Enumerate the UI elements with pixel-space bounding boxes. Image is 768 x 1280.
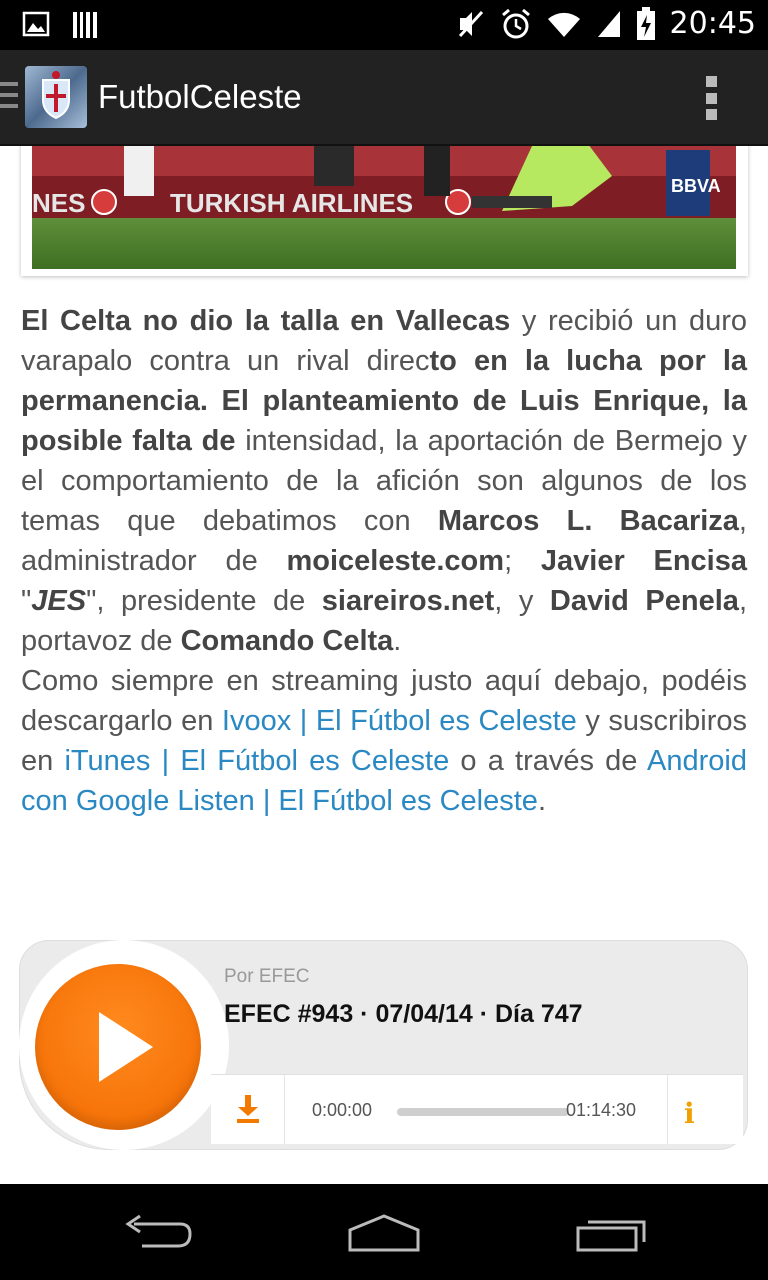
download-button[interactable]: [211, 1075, 285, 1145]
player-controls: 0:00:00 01:14:30 i: [211, 1074, 743, 1145]
article-text: o a través de: [449, 745, 648, 777]
article-bold-text: Javier Encisa: [540, 545, 747, 577]
svg-text:TURKISH AIRLINES: TURKISH AIRLINES: [170, 188, 413, 218]
battery-charging-icon: [636, 6, 655, 40]
article-text: ", presidente de: [86, 585, 322, 617]
total-duration: 01:14:30: [566, 1100, 637, 1120]
content-area[interactable]: NES TURKISH AIRLINES BBVA El Celta no di…: [0, 146, 768, 1184]
article-bold-text: JES: [31, 585, 87, 617]
app-logo[interactable]: [25, 66, 87, 128]
article-text: ": [21, 585, 32, 617]
episode-title: EFEC #943 · 07/04/14 · Día 747: [224, 1000, 583, 1028]
article-bold-text: Comando Celta: [180, 625, 394, 657]
recent-apps-button[interactable]: [572, 1212, 652, 1256]
drawer-indicator-icon[interactable]: [0, 82, 18, 114]
info-button[interactable]: i: [667, 1075, 743, 1145]
info-icon: i: [684, 1097, 695, 1130]
article-photo: NES TURKISH AIRLINES BBVA: [32, 146, 736, 269]
article-text: .: [393, 625, 402, 657]
clock: 20:45: [669, 6, 756, 41]
overflow-menu-icon[interactable]: [706, 76, 718, 120]
status-bar: 20:45: [0, 0, 768, 50]
article-bold-text: siareiros.net: [321, 585, 495, 617]
home-icon: [348, 1214, 420, 1252]
article-paragraph: Como siempre en streaming justo aquí deb…: [21, 661, 747, 821]
back-button[interactable]: [120, 1212, 200, 1256]
article-bold-text: David Penela: [549, 585, 739, 617]
mute-icon: [458, 10, 483, 37]
article-text: , y: [494, 585, 550, 617]
article-bold-text: Marcos L. Bacariza: [437, 505, 739, 537]
svg-text:NES: NES: [32, 188, 85, 218]
recent-apps-icon: [576, 1220, 646, 1252]
article-bold-text: El Celta no dio la talla en Vallecas: [21, 305, 511, 337]
back-icon: [125, 1214, 192, 1248]
home-button[interactable]: [344, 1212, 424, 1256]
author-label: Por EFEC: [224, 966, 310, 987]
play-button[interactable]: [35, 964, 201, 1130]
wifi-icon: [547, 12, 580, 37]
navigation-bar: [0, 1184, 768, 1280]
gallery-notification-icon: [22, 11, 50, 37]
article-body: El Celta no dio la talla en Vallecas y r…: [21, 301, 747, 821]
article-text: .: [537, 785, 546, 817]
article-link[interactable]: Ivoox | El Fútbol es Celeste: [222, 705, 577, 737]
app-title: FutbolCeleste: [98, 78, 302, 115]
signal-icon: [597, 10, 620, 37]
article-paragraph: El Celta no dio la talla en Vallecas y r…: [21, 301, 747, 661]
article-photo-card: NES TURKISH AIRLINES BBVA: [21, 146, 748, 276]
article-bold-text: moiceleste.com: [286, 545, 505, 577]
barcode-notification-icon: [73, 12, 97, 38]
play-icon: [99, 1012, 153, 1082]
progress-bar[interactable]: [397, 1108, 569, 1116]
action-bar: FutbolCeleste: [0, 50, 768, 146]
svg-text:BBVA: BBVA: [671, 176, 721, 196]
podcast-player: Por EFEC EFEC #943 · 07/04/14 · Día 747 …: [19, 940, 748, 1150]
elapsed-time: 0:00:00: [312, 1100, 373, 1120]
alarm-icon: [501, 8, 530, 38]
download-icon: [237, 1095, 259, 1123]
article-link[interactable]: iTunes | El Fútbol es Celeste: [64, 745, 449, 777]
article-text: ;: [504, 545, 541, 577]
